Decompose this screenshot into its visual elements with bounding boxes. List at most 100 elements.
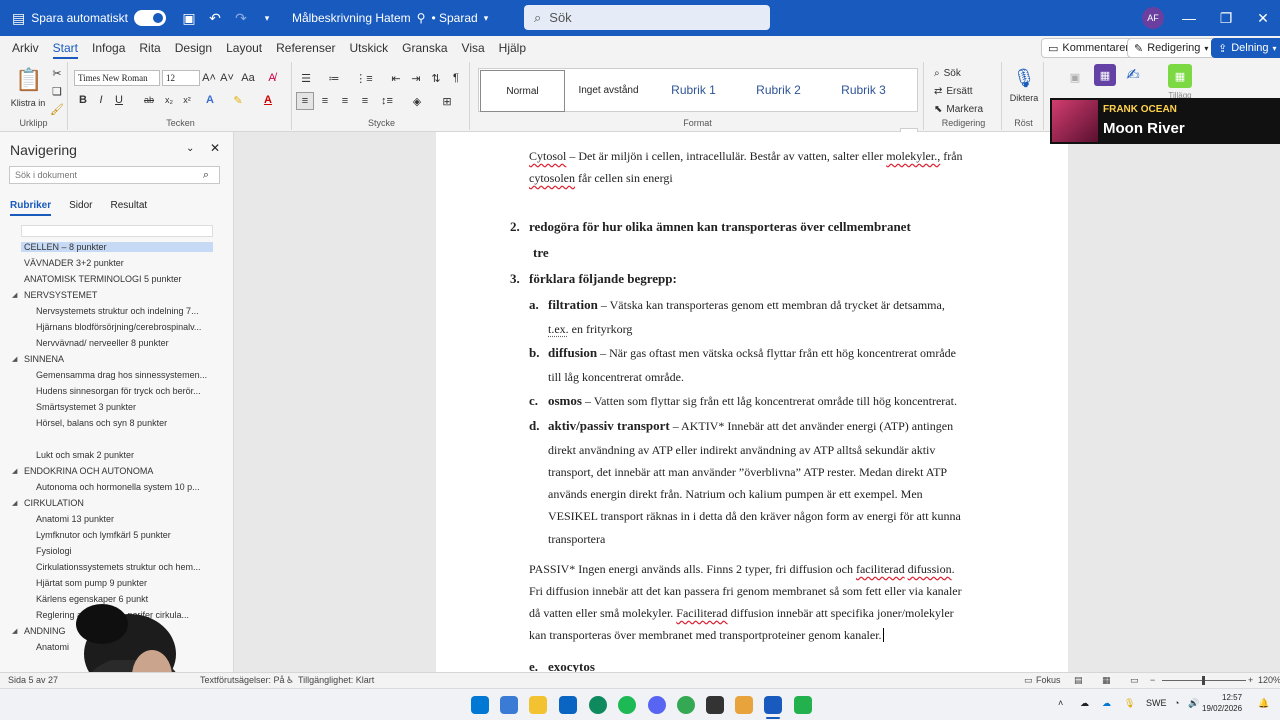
nav-heading[interactable]: ENDOKRINA OCH AUTONOMA <box>24 466 214 476</box>
underline-icon[interactable]: U <box>112 92 126 108</box>
clear-format-icon[interactable]: A̸ <box>264 70 280 86</box>
nav-subheading[interactable]: Hörsel, balans och syn 8 punkter <box>36 418 208 428</box>
shading-icon[interactable]: ◈ <box>408 92 426 110</box>
align-left-icon[interactable]: ≡ <box>296 92 314 110</box>
nav-subheading[interactable]: Nervsystemets struktur och indelning 7..… <box>36 306 208 316</box>
addins-icon[interactable]: ▦ <box>1168 64 1192 88</box>
passiv-line1[interactable]: PASSIV* Ingen energi används alls. Finns… <box>529 558 955 580</box>
nav-subheading[interactable]: Nervvävnad/ nerveeller 8 punkter <box>36 338 208 348</box>
paragraph-cytosol-line2[interactable]: cytosolen får cellen sin energi <box>529 167 673 189</box>
file-explorer-icon[interactable] <box>529 696 547 714</box>
style-rubrik-1[interactable]: Rubrik 1 <box>651 69 736 111</box>
share-button[interactable]: ⇪ Delning ▾ <box>1211 38 1280 58</box>
nav-tab-sidor[interactable]: Sidor <box>69 200 92 216</box>
numbering-icon[interactable]: ≔ <box>326 70 342 86</box>
nav-subheading[interactable]: Lukt och smak 2 punkter <box>36 450 208 460</box>
nav-subheading[interactable]: Gemensamma drag hos sinnessystemen... <box>36 370 208 380</box>
nav-heading[interactable]: CELLEN – 8 punkter <box>21 242 213 252</box>
tab-start[interactable]: Start <box>46 36 85 60</box>
maximize-icon[interactable]: ❐ <box>1208 0 1244 36</box>
change-case-icon[interactable]: Aa <box>240 70 256 86</box>
nav-subheading[interactable]: Autonoma och hormonella system 10 p... <box>36 482 208 492</box>
tab-hjälp[interactable]: Hjälp <box>492 36 533 60</box>
italic-icon[interactable]: I <box>94 92 108 108</box>
item-d-line6[interactable]: transportera <box>548 528 605 550</box>
copy-icon[interactable]: ❏ <box>50 84 64 98</box>
zoom-slider-thumb[interactable] <box>1202 676 1205 685</box>
focus-button[interactable]: Fokus <box>1036 675 1061 685</box>
word-taskbar-icon[interactable] <box>764 696 782 714</box>
minimize-icon[interactable]: — <box>1171 0 1207 36</box>
nav-subheading[interactable]: Fysiologi <box>36 546 208 556</box>
spotify-icon[interactable] <box>618 696 636 714</box>
format-painter-icon[interactable]: 🖌 <box>50 102 64 116</box>
wifi-icon[interactable]: ◔ <box>1174 698 1179 708</box>
item-c[interactable]: osmos – Vatten som flyttar sig från ett … <box>548 390 957 412</box>
passiv-line4[interactable]: kan transporteras över membranet med tra… <box>529 624 884 646</box>
passiv-line3[interactable]: då vatten eller små molekyler. Faciliter… <box>529 602 954 624</box>
find-button[interactable]: ⌕ Sök <box>934 66 994 80</box>
comments-button[interactable]: ▭ Kommentarer <box>1041 38 1137 58</box>
microphone-icon[interactable]: 🎙 <box>1012 66 1036 90</box>
mic-icon[interactable]: 🎙 <box>1124 698 1135 709</box>
item-b-line2[interactable]: till låg koncentrerat område. <box>548 366 684 388</box>
tab-arkiv[interactable]: Arkiv <box>5 36 46 60</box>
tab-granska[interactable]: Granska <box>395 36 454 60</box>
nav-subheading[interactable]: Hudens sinnesorgan för tryck och berör..… <box>36 386 208 396</box>
sort-icon[interactable]: ⇅ <box>428 70 444 86</box>
clock[interactable]: 12:57 19/02/2026 <box>1202 692 1242 714</box>
item-d-line3[interactable]: transport, det innebär att man använder … <box>548 461 947 483</box>
page-counter[interactable]: Sida 5 av 27 <box>8 675 58 685</box>
discord-icon[interactable] <box>648 696 666 714</box>
nav-heading[interactable]: SINNENA <box>24 354 214 364</box>
nav-subheading[interactable]: Lymfknutor och lymfkärl 5 punkter <box>36 530 208 540</box>
nav-subheading[interactable]: Hjärnans blodförsörjning/cerebrospinalv.… <box>36 322 208 332</box>
obs-icon[interactable] <box>706 696 724 714</box>
save-icon[interactable]: ▣ <box>178 7 200 29</box>
passiv-line2[interactable]: Fri diffusion innebär att det kan passer… <box>529 580 962 602</box>
expand-triangle-icon[interactable]: ◢ <box>12 627 17 635</box>
increase-indent-icon[interactable]: ⇥ <box>408 70 424 86</box>
zoom-out-icon[interactable]: − <box>1150 675 1155 685</box>
nav-subheading[interactable]: Cirkulationssystemets struktur och hem..… <box>36 562 208 572</box>
nav-heading[interactable]: NERVSYSTEMET <box>24 290 214 300</box>
item-a[interactable]: filtration – Vätska kan transporteras ge… <box>548 294 945 316</box>
borders-icon[interactable]: ⊞ <box>438 92 456 110</box>
document-title[interactable]: Målbeskrivning Hatem ⚲ • Sparad ▾ <box>292 11 488 25</box>
nav-heading[interactable]: CIRKULATION <box>24 498 214 508</box>
heading-item-2[interactable]: redogöra för hur olika ämnen kan transpo… <box>529 216 911 238</box>
shrink-font-icon[interactable]: A˅ <box>220 70 234 86</box>
heading-item-3[interactable]: förklara följande begrepp: <box>529 268 677 290</box>
tab-referenser[interactable]: Referenser <box>269 36 342 60</box>
pilcrow-icon[interactable]: ¶ <box>448 70 464 86</box>
zoom-in-icon[interactable]: + <box>1248 675 1253 685</box>
tab-visa[interactable]: Visa <box>455 36 492 60</box>
editing-mode-button[interactable]: ✎ Redigering ▾ <box>1127 38 1216 58</box>
chrome-icon[interactable] <box>677 696 695 714</box>
item-e-term[interactable]: exocytos <box>548 656 595 672</box>
nav-subheading[interactable]: Smärtsystemet 3 punkter <box>36 402 208 412</box>
bullets-icon[interactable]: ☰ <box>298 70 314 86</box>
document-page[interactable]: Cytosol – Det är miljön i cellen, intrac… <box>436 132 1068 672</box>
cut-icon[interactable]: ✂ <box>50 66 64 80</box>
print-layout-icon[interactable]: ▦ <box>1102 675 1111 686</box>
tab-rita[interactable]: Rita <box>132 36 167 60</box>
start-icon[interactable] <box>471 696 489 714</box>
edge-icon[interactable] <box>589 696 607 714</box>
editor-icon[interactable]: ✍ <box>1122 64 1144 86</box>
customize-icon[interactable]: ▾ <box>256 7 278 29</box>
select-button[interactable]: ⬉ Markera <box>934 102 1000 116</box>
tab-layout[interactable]: Layout <box>219 36 269 60</box>
tab-utskick[interactable]: Utskick <box>343 36 396 60</box>
font-name-select[interactable]: Times New Roman <box>74 70 160 86</box>
outlook-icon[interactable] <box>559 696 577 714</box>
cloud-icon[interactable]: ☁ <box>1080 698 1089 709</box>
nav-search-input[interactable]: Sök i dokument ⌕ <box>9 166 220 184</box>
text-predictions-status[interactable]: Textförutsägelser: På <box>200 675 285 685</box>
bold-icon[interactable]: B <box>76 92 90 108</box>
tab-design[interactable]: Design <box>168 36 219 60</box>
tab-infoga[interactable]: Infoga <box>85 36 132 60</box>
nav-tab-rubriker[interactable]: Rubriker <box>10 200 52 216</box>
justify-icon[interactable]: ≡ <box>356 92 374 110</box>
notifications-icon[interactable]: 🔔 <box>1258 698 1269 709</box>
